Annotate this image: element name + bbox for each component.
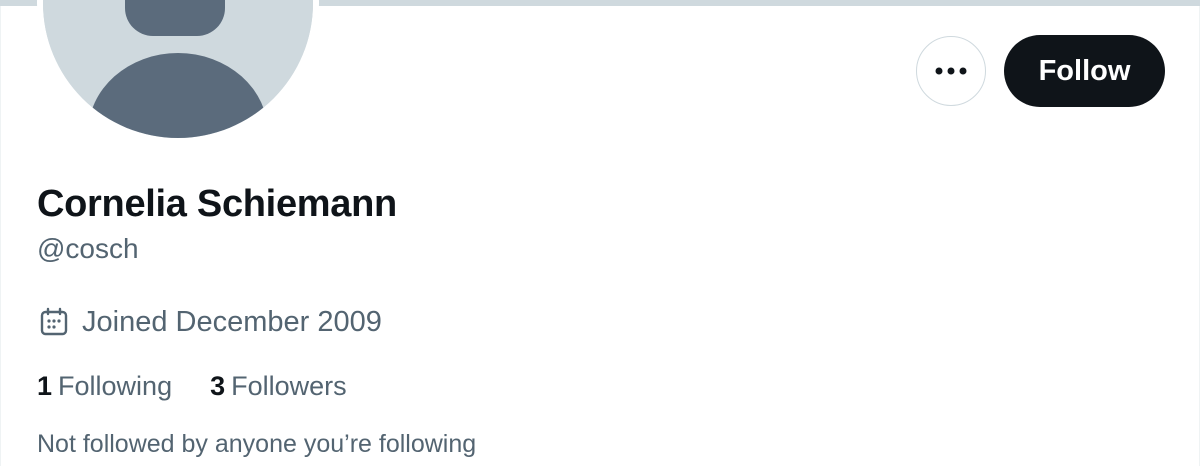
- followed-by-summary: Not followed by anyone you’re following: [37, 430, 477, 458]
- followers-link[interactable]: 3 Followers: [210, 371, 347, 402]
- avatar-border: [37, 0, 319, 144]
- display-name: Cornelia Schiemann: [37, 183, 397, 225]
- follow-stats: 1 Following 3 Followers: [37, 368, 347, 404]
- following-label: Following: [58, 370, 173, 401]
- default-avatar-icon: [43, 0, 313, 138]
- more-options-button[interactable]: [916, 36, 986, 106]
- username-handle: @cosch: [37, 233, 139, 264]
- more-horizontal-icon: [934, 66, 968, 76]
- followers-count: 3: [210, 370, 226, 401]
- follow-button[interactable]: Follow: [1004, 35, 1165, 107]
- avatar[interactable]: [43, 0, 313, 138]
- following-count: 1: [37, 370, 53, 401]
- following-link[interactable]: 1 Following: [37, 371, 172, 402]
- profile-header: Follow Cornelia Schiemann @cosch Joined …: [0, 0, 1200, 466]
- join-date: Joined December 2009: [37, 302, 382, 342]
- followers-label: Followers: [231, 370, 347, 401]
- calendar-icon: [37, 305, 71, 339]
- join-date-text: Joined December 2009: [82, 305, 382, 338]
